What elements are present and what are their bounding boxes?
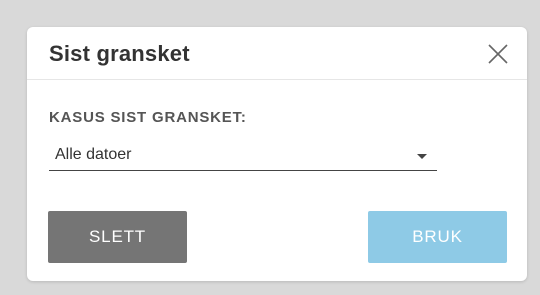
caret-down-icon	[417, 154, 427, 159]
apply-button[interactable]: BRUK	[368, 211, 507, 263]
delete-button[interactable]: SLETT	[48, 211, 187, 263]
close-icon	[488, 44, 508, 64]
date-select[interactable]: Alle datoer	[49, 142, 437, 171]
close-button[interactable]	[485, 41, 511, 67]
dialog-header: Sist gransket	[27, 27, 527, 80]
field-label: KASUS SIST GRANSKET:	[49, 109, 247, 126]
select-value: Alle datoer	[55, 146, 132, 163]
dialog: Sist gransket KASUS SIST GRANSKET: Alle …	[27, 27, 527, 281]
dialog-title: Sist gransket	[49, 41, 190, 66]
